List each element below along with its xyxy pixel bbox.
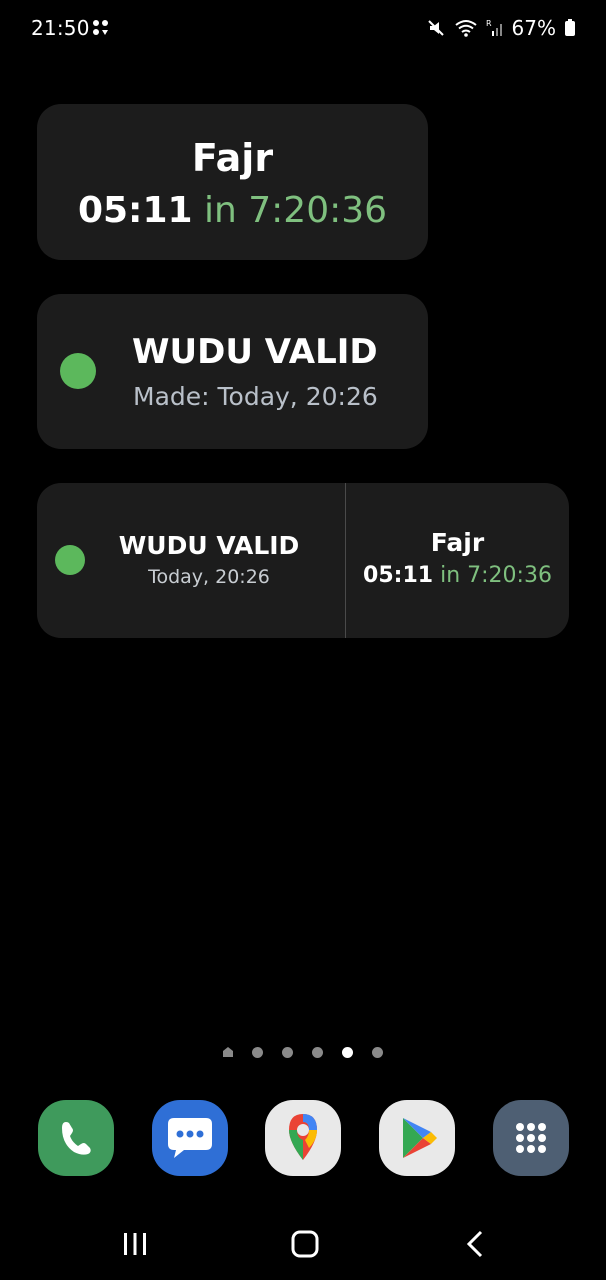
wudu-status-dot (55, 545, 85, 575)
maps-icon[interactable] (265, 1100, 341, 1176)
prayer-time-line: 05:11 in 7:20:36 (346, 563, 569, 588)
play-store-icon[interactable] (379, 1100, 455, 1176)
signal-icon: R (486, 19, 502, 36)
page-dot (282, 1047, 293, 1058)
next-prayer-widget[interactable]: Fajr 05:11 in 7:20:36 (37, 104, 428, 260)
mute-icon (427, 20, 444, 36)
home-icon[interactable] (285, 1228, 325, 1260)
dock (0, 1100, 606, 1178)
recents-icon[interactable] (115, 1228, 155, 1260)
navigation-bar (0, 1210, 606, 1280)
prayer-time: 05:11 (363, 563, 434, 588)
wifi-icon (454, 20, 477, 37)
page-dot-active (342, 1047, 353, 1058)
notification-dots-icon (93, 20, 108, 35)
wudu-made-time: Today, 20:26 (148, 566, 270, 588)
status-bar: 21:50 R 67% (0, 0, 606, 56)
battery-icon (565, 19, 575, 36)
prayer-time: 05:11 (77, 190, 193, 231)
page-dot (252, 1047, 263, 1058)
home-page-icon (223, 1047, 233, 1057)
prayer-countdown: in 7:20:36 (204, 190, 388, 231)
combined-widget[interactable]: WUDU VALID Today, 20:26 Fajr 05:11 in 7:… (37, 483, 569, 638)
prayer-time-line: 05:11 in 7:20:36 (37, 190, 428, 231)
prayer-name: Fajr (430, 528, 485, 557)
app-drawer-icon[interactable] (493, 1100, 569, 1176)
messages-icon[interactable] (152, 1100, 228, 1176)
prayer-countdown: in 7:20:36 (440, 563, 552, 588)
prayer-name: Fajr (191, 136, 274, 180)
battery-percentage: 67% (511, 16, 556, 40)
wudu-section: WUDU VALID Today, 20:26 (97, 531, 321, 588)
wudu-widget[interactable]: WUDU VALID Made: Today, 20:26 (37, 294, 428, 449)
back-icon[interactable] (455, 1228, 495, 1260)
wudu-status: WUDU VALID (118, 531, 300, 560)
page-indicator[interactable] (220, 1044, 390, 1060)
status-icons: R 67% (426, 14, 576, 42)
wudu-status: WUDU VALID (132, 332, 378, 372)
svg-text:R: R (486, 19, 492, 28)
status-time: 21:50 (31, 16, 90, 40)
wudu-status-dot (60, 353, 96, 389)
page-dot (372, 1047, 383, 1058)
wudu-made-time: Made: Today, 20:26 (133, 382, 378, 411)
prayer-section: Fajr 05:11 in 7:20:36 (346, 528, 569, 588)
phone-icon[interactable] (38, 1100, 114, 1176)
page-dot (312, 1047, 323, 1058)
